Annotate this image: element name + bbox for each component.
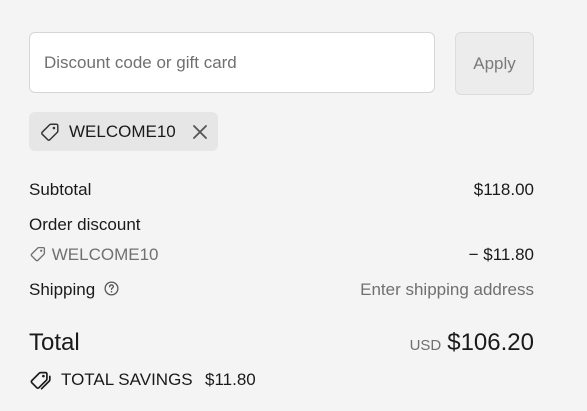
shipping-value: Enter shipping address (360, 280, 534, 299)
total-row: Total USD $106.20 (29, 327, 534, 359)
discount-form: Apply (29, 32, 534, 95)
discount-code-label: WELCOME10 (51, 245, 159, 264)
tag-icon (41, 123, 59, 141)
subtotal-label: Subtotal (29, 180, 92, 199)
discount-code-row: WELCOME10 − $11.80 (29, 243, 534, 267)
tag-icon (30, 246, 46, 261)
total-amount: $106.20 (447, 329, 534, 356)
subtotal-row: Subtotal $118.00 (29, 178, 534, 202)
subtotal-value: $118.00 (473, 180, 534, 199)
order-discount-label: Order discount (29, 215, 141, 234)
discount-code-input[interactable] (29, 32, 435, 93)
discount-value: − $11.80 (468, 245, 534, 264)
applied-discount-chip: WELCOME10 (29, 112, 218, 151)
currency-code: USD (409, 337, 442, 354)
total-amount-group: USD $106.20 (410, 327, 534, 362)
shipping-label: Shipping (29, 280, 96, 299)
applied-discount-code: WELCOME10 (69, 122, 176, 141)
close-icon[interactable] (189, 121, 211, 143)
double-tag-icon (30, 371, 51, 390)
apply-button[interactable]: Apply (455, 32, 534, 95)
total-savings-label: TOTAL SAVINGS (61, 370, 193, 389)
total-savings-value: $11.80 (205, 370, 256, 389)
total-label: Total (29, 329, 80, 356)
shipping-row: Shipping Enter shipping address (29, 278, 534, 302)
order-discount-row: Order discount (29, 213, 534, 237)
question-circle-icon[interactable] (103, 280, 120, 297)
